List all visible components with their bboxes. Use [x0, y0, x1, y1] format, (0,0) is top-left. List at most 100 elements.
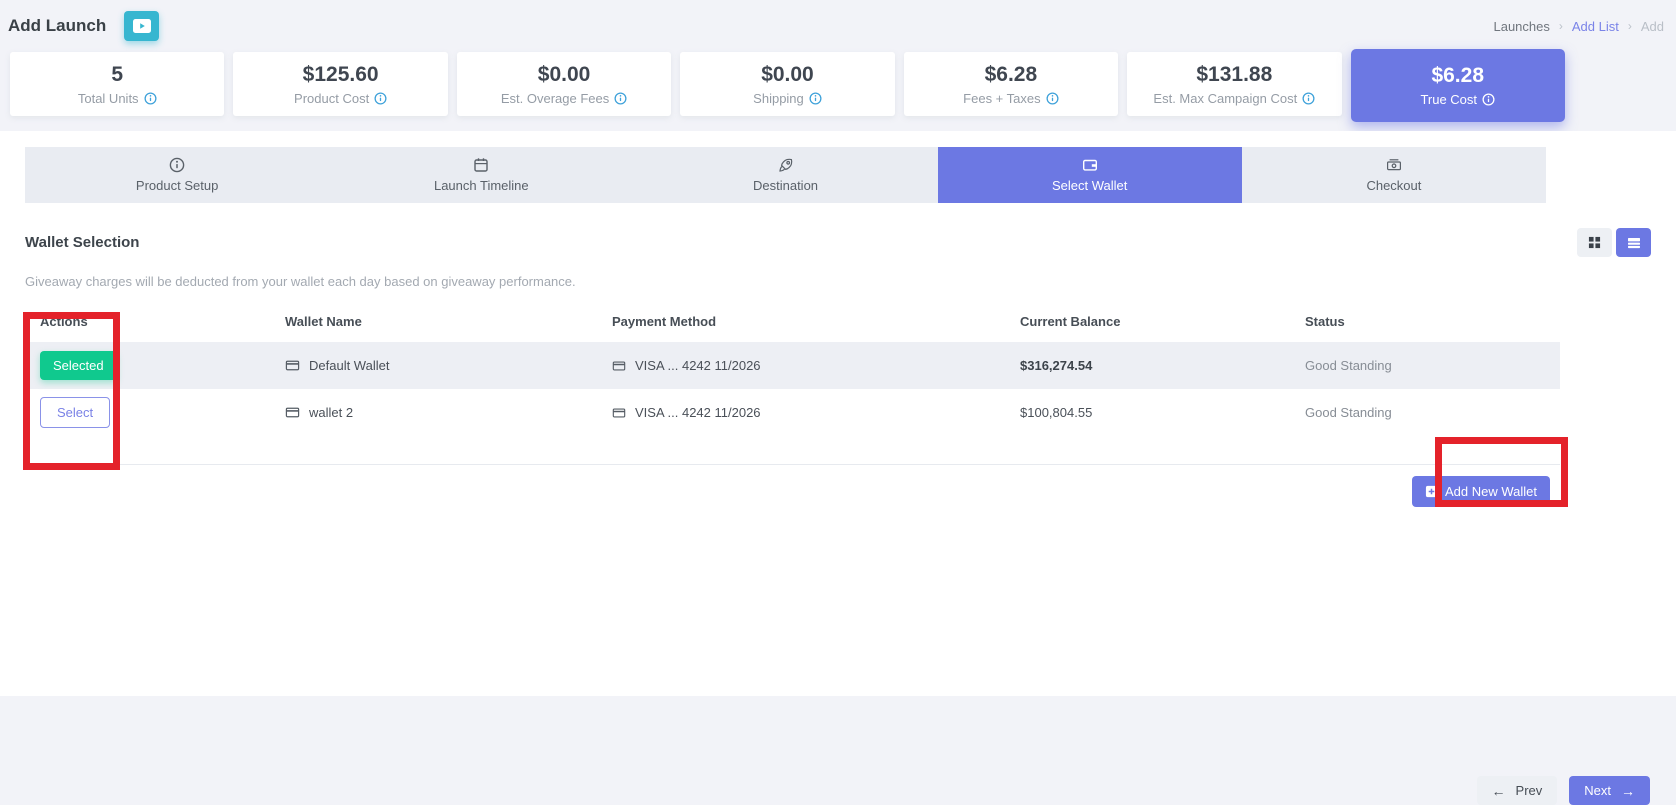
title-wrap: Add Launch: [8, 11, 159, 41]
info-icon[interactable]: [1302, 92, 1315, 105]
prev-button[interactable]: ← Prev: [1477, 776, 1558, 805]
tab-label: Select Wallet: [1052, 178, 1127, 193]
breadcrumb-launches[interactable]: Launches: [1493, 19, 1549, 34]
calendar-icon: [473, 157, 489, 173]
plus-square-icon: [1425, 485, 1438, 498]
tab-label: Product Setup: [136, 178, 218, 193]
page-title: Add Launch: [8, 16, 106, 36]
selected-button[interactable]: Selected: [40, 351, 117, 380]
stat-card-max-campaign-cost: $131.88 Est. Max Campaign Cost: [1127, 52, 1341, 116]
info-icon: [169, 157, 185, 173]
stat-value: $6.28: [1351, 61, 1565, 90]
stat-value: $131.88: [1127, 60, 1341, 89]
breadcrumb-separator: ›: [1628, 19, 1632, 33]
wallet-table-row: Selected Default Wallet VISA ... 4242 11…: [25, 342, 1560, 389]
section-title: Wallet Selection: [25, 234, 139, 251]
info-icon[interactable]: [809, 92, 822, 105]
credit-card-icon: [612, 359, 626, 373]
arrow-right-icon: →: [1621, 784, 1635, 798]
stat-label: Shipping: [753, 91, 804, 106]
status: Good Standing: [1290, 405, 1560, 420]
tab-launch-timeline[interactable]: Launch Timeline: [329, 147, 633, 203]
video-tutorial-button[interactable]: [124, 11, 159, 41]
current-balance: $316,274.54: [1005, 358, 1290, 373]
stat-card-total-units: 5 Total Units: [10, 52, 224, 116]
wallet-name: wallet 2: [309, 405, 353, 420]
payment-method: VISA ... 4242 11/2026: [635, 358, 761, 373]
grid-view-icon: [1588, 236, 1601, 249]
wizard-tabs: Product Setup Launch Timeline Destinatio…: [25, 147, 1546, 203]
wallet-section-description: Giveaway charges will be deducted from y…: [25, 274, 1651, 289]
wallet-icon: [1082, 157, 1098, 173]
credit-card-icon: [612, 406, 626, 420]
page-header: Add Launch Launches › Add List › Add: [0, 0, 1676, 42]
select-button[interactable]: Select: [40, 397, 110, 428]
stat-value: $6.28: [904, 60, 1118, 89]
credit-card-icon: [285, 405, 300, 420]
header-actions: Actions: [25, 301, 270, 342]
credit-card-icon: [285, 358, 300, 373]
main-panel: Product Setup Launch Timeline Destinatio…: [0, 131, 1676, 696]
add-launch-page: Add Launch Launches › Add List › Add 5 T…: [0, 0, 1676, 692]
stat-label: Fees + Taxes: [963, 91, 1040, 106]
add-wallet-row: Add New Wallet: [0, 476, 1550, 507]
tab-label: Destination: [753, 178, 818, 193]
wallet-section-head: Wallet Selection: [25, 228, 1651, 257]
stat-value: 5: [10, 60, 224, 89]
status: Good Standing: [1290, 358, 1560, 373]
info-icon[interactable]: [614, 92, 627, 105]
stat-card-fees-taxes: $6.28 Fees + Taxes: [904, 52, 1118, 116]
stat-label: Est. Max Campaign Cost: [1153, 91, 1297, 106]
breadcrumb: Launches › Add List › Add: [1493, 19, 1668, 34]
list-view-icon: [1627, 236, 1641, 250]
header-payment-method: Payment Method: [597, 301, 1005, 342]
stat-label: Est. Overage Fees: [501, 91, 609, 106]
breadcrumb-separator: ›: [1559, 19, 1563, 33]
stat-card-product-cost: $125.60 Product Cost: [233, 52, 447, 116]
header-status: Status: [1290, 301, 1560, 342]
footer-nav: ← Prev Next →: [1477, 776, 1650, 805]
tab-product-setup[interactable]: Product Setup: [25, 147, 329, 203]
info-icon[interactable]: [374, 92, 387, 105]
stat-value: $0.00: [680, 60, 894, 89]
stat-value: $0.00: [457, 60, 671, 89]
grid-view-button[interactable]: [1577, 228, 1612, 257]
payment-method-cell: VISA ... 4242 11/2026: [597, 358, 1005, 373]
add-new-wallet-button[interactable]: Add New Wallet: [1412, 476, 1550, 507]
wallet-name: Default Wallet: [309, 358, 389, 373]
stat-card-shipping: $0.00 Shipping: [680, 52, 894, 116]
add-new-wallet-label: Add New Wallet: [1445, 484, 1537, 499]
rocket-icon: [778, 157, 794, 173]
actions-cell: Select: [25, 397, 270, 428]
payment-method-cell: VISA ... 4242 11/2026: [597, 405, 1005, 420]
tab-select-wallet[interactable]: Select Wallet: [938, 147, 1242, 203]
wallet-table-header: Actions Wallet Name Payment Method Curre…: [25, 301, 1560, 342]
info-icon[interactable]: [144, 92, 157, 105]
prev-label: Prev: [1516, 783, 1543, 798]
header-current-balance: Current Balance: [1005, 301, 1290, 342]
next-button[interactable]: Next →: [1569, 776, 1650, 805]
tab-checkout[interactable]: Checkout: [1242, 147, 1546, 203]
wallet-name-cell: wallet 2: [270, 405, 597, 420]
list-view-button[interactable]: [1616, 228, 1651, 257]
stat-label: True Cost: [1420, 92, 1477, 107]
stat-label: Product Cost: [294, 91, 369, 106]
table-bottom-divider: [25, 436, 1560, 465]
stat-label: Total Units: [78, 91, 139, 106]
stat-value: $125.60: [233, 60, 447, 89]
wallet-table-row: Select wallet 2 VISA ... 4242 11/2026 $1…: [25, 389, 1560, 436]
current-balance: $100,804.55: [1005, 405, 1290, 420]
wallet-table: Actions Wallet Name Payment Method Curre…: [25, 301, 1560, 465]
stats-row: 5 Total Units $125.60 Product Cost $0.00…: [10, 52, 1565, 116]
wallet-name-cell: Default Wallet: [270, 358, 597, 373]
tab-label: Checkout: [1366, 178, 1421, 193]
tab-label: Launch Timeline: [434, 178, 529, 193]
stat-card-overage-fees: $0.00 Est. Overage Fees: [457, 52, 671, 116]
info-icon[interactable]: [1482, 93, 1495, 106]
video-icon: [133, 19, 151, 33]
info-icon[interactable]: [1046, 92, 1059, 105]
tab-destination[interactable]: Destination: [633, 147, 937, 203]
breadcrumb-add-list[interactable]: Add List: [1572, 19, 1619, 34]
header-wallet-name: Wallet Name: [270, 301, 597, 342]
next-label: Next: [1584, 783, 1611, 798]
